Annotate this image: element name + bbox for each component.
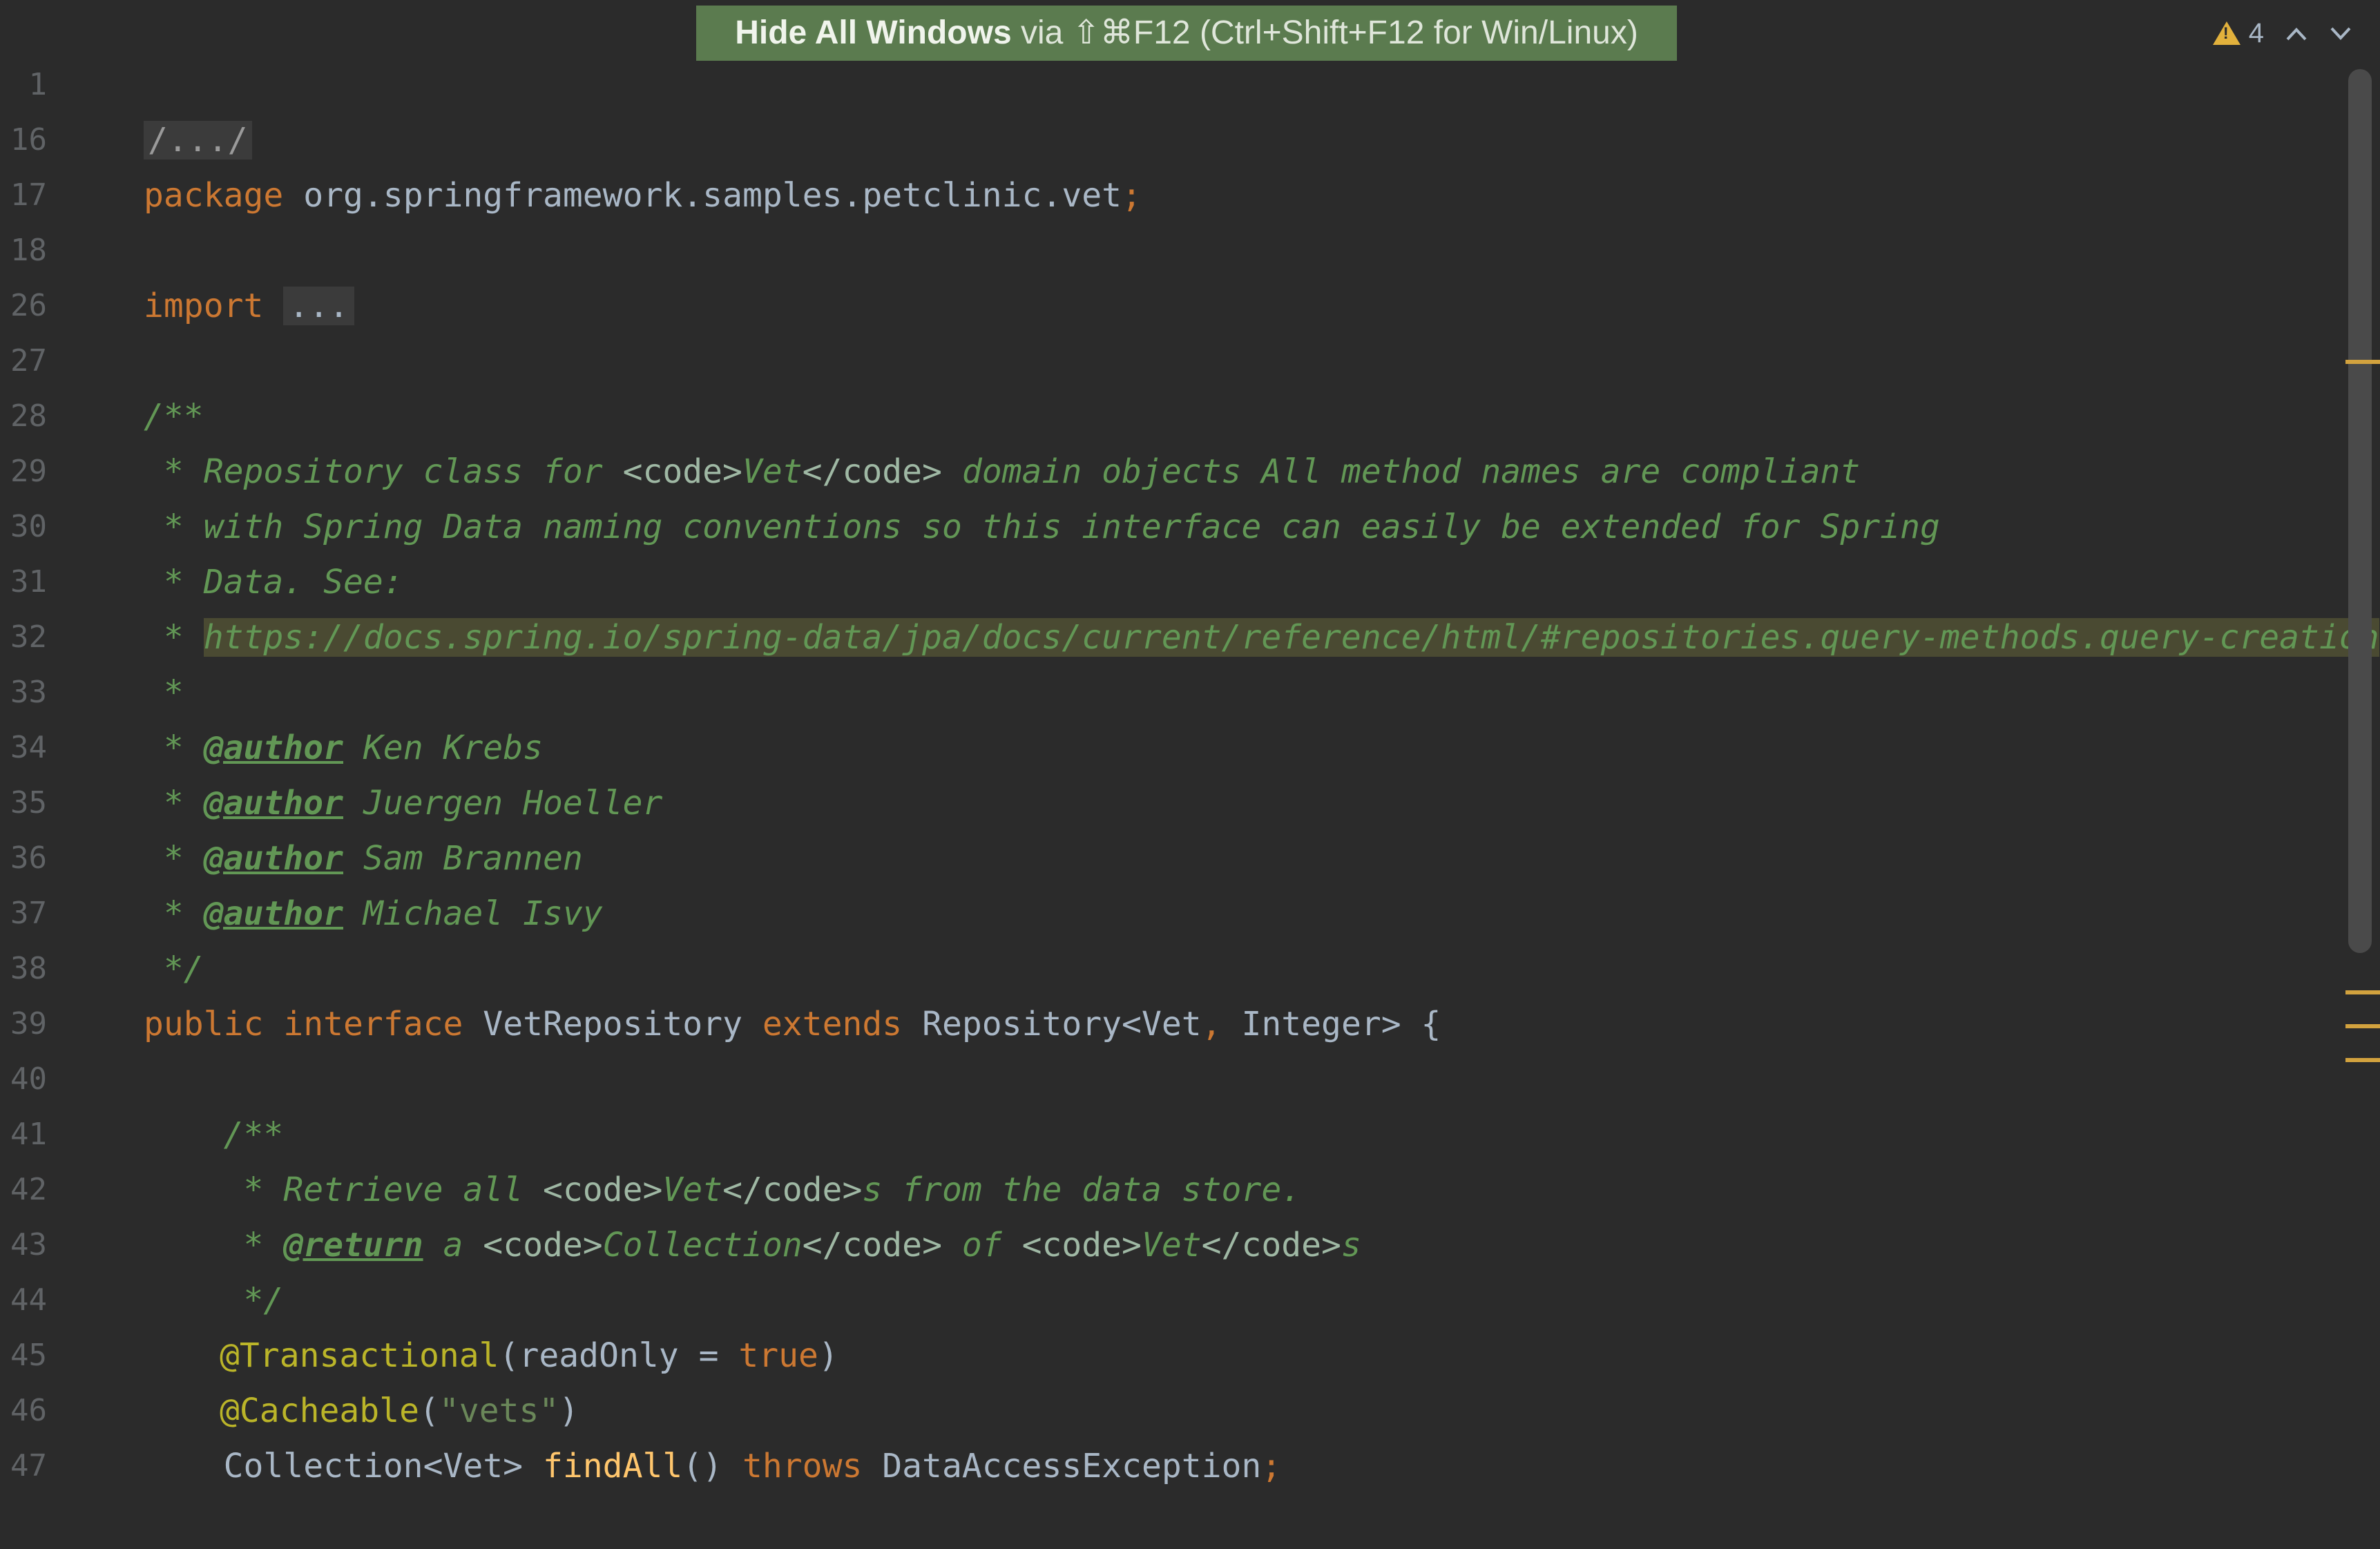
warning-marker[interactable] bbox=[2345, 990, 2380, 994]
code-line[interactable]: 38 public interface VetRepository extend… bbox=[0, 886, 2334, 1043]
code-line[interactable]: 33 * @author Ken Krebs bbox=[0, 610, 2334, 767]
code-line[interactable]: 44 @Transactional(readOnly = true) bbox=[0, 1218, 2334, 1375]
code-line[interactable]: 30 * Data. See: bbox=[0, 444, 2334, 602]
code-line[interactable]: 18 import ... bbox=[0, 168, 2334, 325]
code-line[interactable]: 31 * https://docs.spring.io/spring-data/… bbox=[0, 499, 2379, 657]
semicolon: ; bbox=[1261, 1447, 1282, 1485]
tip-action: Hide All Windows bbox=[735, 15, 1012, 51]
warning-count: 4 bbox=[2248, 17, 2264, 48]
line-number: 47 bbox=[10, 1448, 47, 1483]
warning-triangle-icon bbox=[2212, 21, 2240, 45]
code-line[interactable]: 40 /** bbox=[0, 997, 2334, 1154]
chevron-up-icon[interactable] bbox=[2285, 18, 2308, 49]
code-line[interactable]: 41 * Retrieve all <code>Vet</code>s from… bbox=[0, 1052, 2334, 1209]
warning-marker[interactable] bbox=[2345, 1058, 2380, 1062]
code-line[interactable]: 28 * Repository class for <code>Vet</cod… bbox=[0, 334, 2334, 491]
code-line[interactable]: 42 * @return a <code>Collection</code> o… bbox=[0, 1107, 2334, 1264]
code-line[interactable]: 17 bbox=[0, 113, 2334, 213]
code-line[interactable]: 39 bbox=[0, 941, 2334, 1041]
code-line[interactable]: 35 * @author Sam Brannen bbox=[0, 720, 2334, 878]
code-line[interactable]: 47 bbox=[0, 1383, 2334, 1483]
vertical-scrollbar[interactable] bbox=[2348, 69, 2372, 953]
exception-type: DataAccessException bbox=[862, 1447, 1262, 1485]
code-line[interactable]: 46 Collection<Vet> findAll() throws Data… bbox=[0, 1328, 2334, 1485]
tip-shortcut: via ⇧⌘F12 (Ctrl+Shift+F12 for Win/Linux) bbox=[1011, 15, 1638, 51]
method-name[interactable]: findAll bbox=[543, 1447, 682, 1485]
code-line[interactable]: 36 * @author Michael Isvy bbox=[0, 776, 2334, 933]
warning-marker[interactable] bbox=[2345, 1024, 2380, 1028]
code-line[interactable]: 29 * with Spring Data naming conventions… bbox=[0, 389, 2334, 546]
parens: () bbox=[682, 1447, 742, 1485]
code-line[interactable]: 43 */ bbox=[0, 1162, 2334, 1320]
code-line[interactable]: 34 * @author Juergen Hoeller bbox=[0, 665, 2334, 822]
keyword: throws bbox=[742, 1447, 863, 1485]
inspection-widget: 4 bbox=[2212, 6, 2352, 61]
hide-all-windows-tip: Hide All Windows via ⇧⌘F12 (Ctrl+Shift+F… bbox=[696, 6, 1677, 61]
code-line[interactable]: 45 @Cacheable("vets") bbox=[0, 1273, 2334, 1430]
warning-marker[interactable] bbox=[2345, 360, 2380, 364]
code-line[interactable]: 27 /** bbox=[0, 278, 2334, 436]
code-line[interactable]: 32 * bbox=[0, 555, 2334, 712]
code-line[interactable]: 26 bbox=[0, 223, 2334, 323]
return-type: Collection<Vet> bbox=[144, 1447, 543, 1485]
warnings-counter[interactable]: 4 bbox=[2212, 17, 2264, 49]
code-line[interactable]: 16 package org.springframework.samples.p… bbox=[0, 57, 2334, 215]
code-editor[interactable]: 1 /.../ 16 package org.springframework.s… bbox=[0, 0, 2380, 1485]
code-line[interactable]: 37 */ bbox=[0, 831, 2334, 988]
chevron-down-icon[interactable] bbox=[2329, 18, 2352, 49]
